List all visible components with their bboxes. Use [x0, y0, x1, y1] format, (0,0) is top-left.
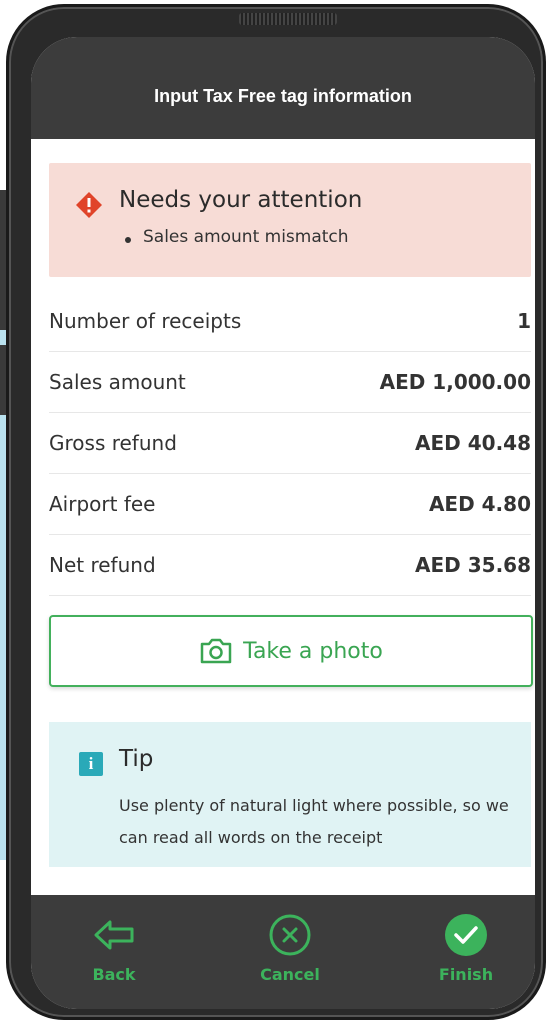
- tip-title: Tip: [119, 746, 154, 772]
- summary-row-receipts: Number of receipts 1: [49, 291, 531, 352]
- phone-speaker: [239, 13, 337, 25]
- row-value: AED 35.68: [415, 553, 531, 577]
- summary-row-sales-amount: Sales amount AED 1,000.00: [49, 352, 531, 413]
- tip-text: Use plenty of natural light where possib…: [119, 796, 509, 847]
- phone-frame: Input Tax Free tag information Needs you…: [6, 4, 546, 1020]
- phone-screen: Input Tax Free tag information Needs you…: [31, 37, 535, 1009]
- bullet: [125, 237, 131, 243]
- header-bar: Input Tax Free tag information: [31, 37, 535, 139]
- row-label: Number of receipts: [49, 309, 242, 333]
- page-title: Input Tax Free tag information: [154, 86, 412, 106]
- cancel-label: Cancel: [260, 965, 320, 984]
- camera-icon: [200, 638, 232, 664]
- summary-list: Number of receipts 1 Sales amount AED 1,…: [49, 291, 531, 596]
- row-value: AED 40.48: [415, 431, 531, 455]
- row-value: AED 4.80: [428, 492, 531, 516]
- summary-row-net-refund: Net refund AED 35.68: [49, 535, 531, 596]
- summary-row-airport-fee: Airport fee AED 4.80: [49, 474, 531, 535]
- back-button[interactable]: Back: [59, 913, 169, 984]
- row-label: Gross refund: [49, 431, 177, 455]
- summary-row-gross-refund: Gross refund AED 40.48: [49, 413, 531, 474]
- arrow-left-icon: [94, 920, 134, 950]
- bottom-nav: Back Cancel Finish: [31, 895, 535, 1009]
- tip-box: i Tip Use plenty of natural light where …: [49, 722, 531, 867]
- finish-label: Finish: [438, 965, 494, 984]
- take-photo-label: Take a photo: [243, 638, 383, 664]
- warning-diamond-icon: [76, 192, 102, 218]
- row-label: Airport fee: [49, 492, 156, 516]
- attention-alert: Needs your attention Sales amount mismat…: [49, 163, 531, 277]
- back-label: Back: [92, 965, 136, 984]
- alert-item: Sales amount mismatch: [143, 227, 349, 247]
- close-circle-icon: [269, 914, 311, 956]
- cancel-button[interactable]: Cancel: [235, 913, 345, 984]
- alert-heading: Needs your attention: [119, 187, 363, 213]
- check-circle-icon: [445, 914, 487, 956]
- take-photo-button[interactable]: Take a photo: [49, 615, 533, 687]
- row-label: Sales amount: [49, 370, 186, 394]
- finish-button[interactable]: Finish: [411, 913, 521, 984]
- info-icon: i: [79, 752, 103, 776]
- row-value: 1: [517, 309, 531, 333]
- row-label: Net refund: [49, 553, 156, 577]
- row-value: AED 1,000.00: [379, 370, 531, 394]
